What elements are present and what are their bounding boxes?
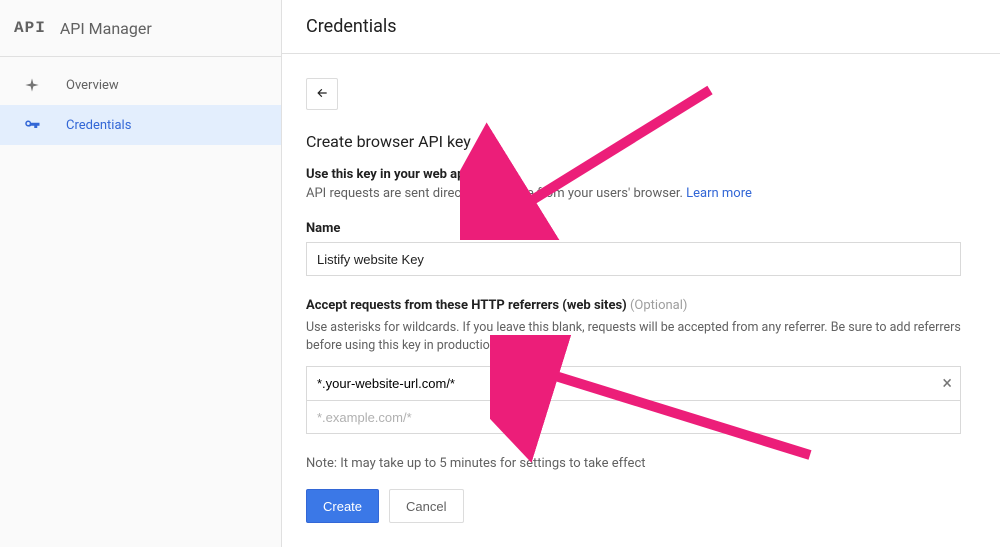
referrers-label: Accept requests from these HTTP referrer…: [306, 298, 976, 313]
section-title: Create browser API key: [306, 132, 976, 151]
optional-tag: (Optional): [627, 298, 688, 313]
page-title: Credentials: [282, 0, 1000, 54]
back-arrow-icon: [314, 86, 330, 103]
sidebar-divider: [0, 56, 281, 57]
api-desc: API requests are sent directly to Google…: [306, 186, 976, 201]
use-key-heading: Use this key in your web application: [306, 167, 976, 182]
referrers-label-text: Accept requests from these HTTP referrer…: [306, 298, 627, 313]
sidebar-item-label: Overview: [66, 78, 119, 93]
note-text: Note: It may take up to 5 minutes for se…: [306, 456, 976, 471]
main: Credentials Create browser API key Use t…: [282, 0, 1000, 547]
content: Create browser API key Use this key in y…: [282, 54, 1000, 547]
api-logo: API: [14, 19, 46, 37]
name-label: Name: [306, 221, 976, 236]
name-field-block: Name: [306, 221, 976, 276]
referrer-row-filled: ×: [306, 366, 961, 400]
cancel-button[interactable]: Cancel: [389, 489, 463, 523]
referrers-field-block: Accept requests from these HTTP referrer…: [306, 298, 976, 434]
create-button[interactable]: Create: [306, 489, 379, 523]
referrer-input[interactable]: [317, 376, 930, 391]
sidebar-title: API Manager: [60, 19, 152, 38]
sidebar-item-credentials[interactable]: Credentials: [0, 105, 281, 145]
referrer-row-empty: [306, 400, 961, 434]
sidebar-header: API API Manager: [0, 0, 281, 56]
sidebar: API API Manager Overview Credentials: [0, 0, 282, 547]
name-input[interactable]: [306, 242, 961, 276]
referrer-input-new[interactable]: [317, 410, 930, 425]
sidebar-item-overview[interactable]: Overview: [0, 65, 281, 105]
button-row: Create Cancel: [306, 489, 976, 523]
close-icon[interactable]: ×: [942, 375, 952, 393]
sidebar-item-label: Credentials: [66, 118, 131, 133]
diamond-icon: [20, 77, 44, 93]
api-desc-text: API requests are sent directly to Google…: [306, 186, 686, 201]
referrers-help: Use asterisks for wildcards. If you leav…: [306, 319, 976, 354]
learn-more-link[interactable]: Learn more: [686, 186, 752, 201]
key-icon: [20, 116, 44, 134]
back-button[interactable]: [306, 78, 338, 110]
